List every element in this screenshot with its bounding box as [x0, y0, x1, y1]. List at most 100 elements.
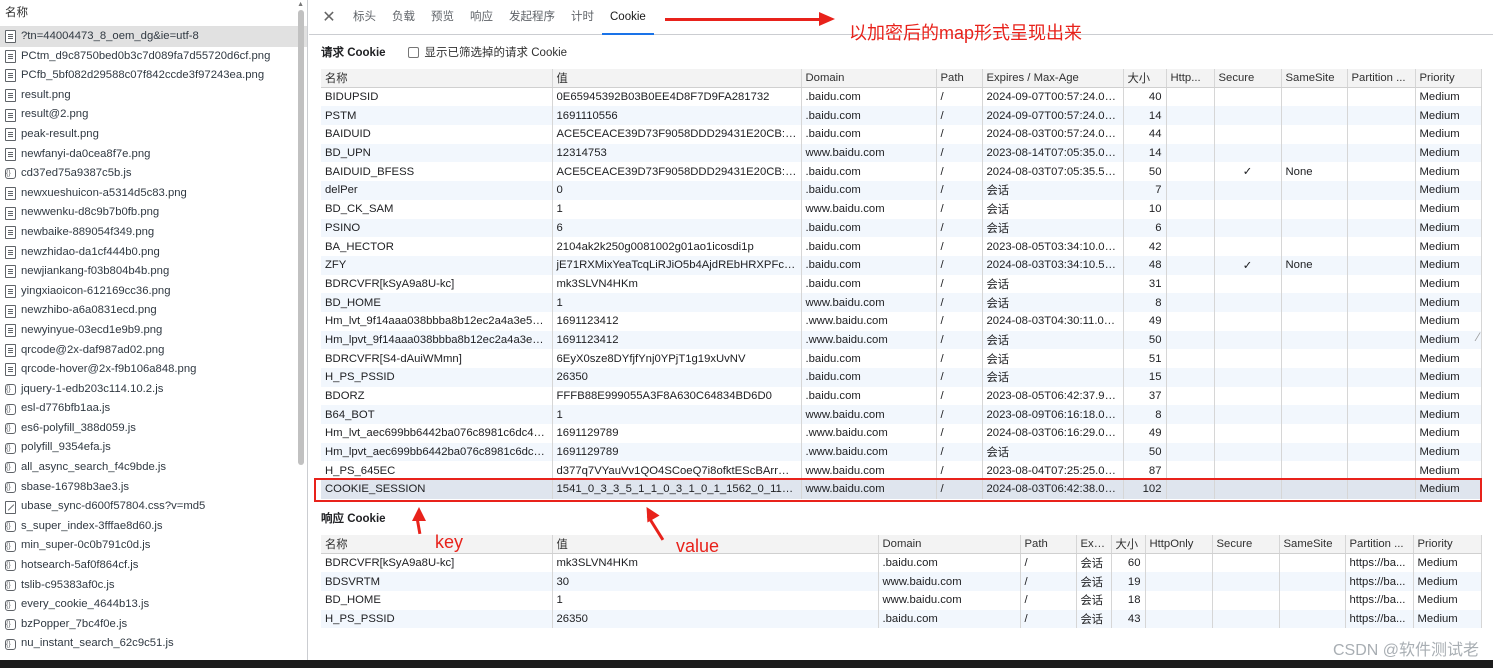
tab-item[interactable]: 负载: [384, 0, 423, 35]
request-list-item[interactable]: result@2.png: [0, 105, 307, 125]
request-list-item[interactable]: all_async_search_f4c9bde.js: [0, 458, 307, 478]
column-header[interactable]: Partition ...: [1345, 534, 1414, 554]
column-header[interactable]: Http...: [1166, 69, 1215, 89]
request-list-item[interactable]: newbaike-889054f349.png: [0, 223, 307, 243]
column-header[interactable]: Secure: [1214, 69, 1282, 89]
cookie-cell: 60: [1111, 553, 1146, 573]
close-icon[interactable]: ✕: [317, 7, 341, 27]
cookie-cell: 会话: [982, 330, 1124, 350]
cookie-row[interactable]: BDORZ FFFB88E999055A3F8A630C64834BD6D0 .ba…: [321, 386, 1482, 406]
cookie-row[interactable]: PSINO 6 .baidu.com / 会话 6 Medium: [321, 218, 1482, 238]
column-header[interactable]: HttpOnly: [1145, 534, 1213, 554]
cookie-row[interactable]: B64_BOT 1 www.baidu.com/2023-08-09T06:16:1…: [321, 405, 1482, 425]
request-list-item[interactable]: peak-result.png: [0, 125, 307, 145]
column-header[interactable]: 大小: [1123, 69, 1167, 89]
tab-item[interactable]: 计时: [563, 0, 602, 35]
cookie-row[interactable]: delPer 0 .baidu.com / 会话 7 Medium: [321, 181, 1482, 200]
column-header[interactable]: 名称: [321, 69, 553, 89]
column-header[interactable]: SameSite: [1279, 534, 1346, 554]
column-header[interactable]: Domain: [878, 534, 1021, 554]
request-list-item[interactable]: newjiankang-f03b804b4b.png: [0, 262, 307, 282]
request-name: esl-d776bfb1aa.js: [21, 402, 111, 415]
request-list-item[interactable]: sbase-16798b3ae3.js: [0, 478, 307, 497]
cookie-row[interactable]: PSTM 1691110556 .baidu.com/2024-09-07T00:5…: [321, 106, 1482, 126]
request-list-item[interactable]: cd37ed75a9387c5b.js: [0, 164, 307, 184]
column-header[interactable]: 大小: [1111, 534, 1146, 554]
column-header[interactable]: Partition ...: [1347, 69, 1416, 89]
request-list-item[interactable]: es6-polyfill_388d059.js: [0, 419, 307, 438]
cookie-cell: [1281, 274, 1348, 294]
request-list-item[interactable]: bzPopper_7bc4f0e.js: [0, 615, 307, 634]
request-list-item[interactable]: qrcode@2x-daf987ad02.png: [0, 341, 307, 361]
cookie-row[interactable]: BIDUPSID 0E65945392B03B0EE4D8F7D9FA281732…: [321, 87, 1482, 107]
tab-item[interactable]: 发起程序: [501, 0, 563, 35]
cookie-row[interactable]: BD_HOME 1 www.baidu.com / 会话 18 https://ba... M…: [321, 590, 1482, 610]
request-name: newyinyue-03ecd1e9b9.png: [21, 323, 163, 336]
column-header[interactable]: Priority: [1413, 534, 1482, 554]
request-list-item[interactable]: PCtm_d9c8750bed0b3c7d089fa7d55720d6cf.pn…: [0, 47, 307, 67]
request-list-item[interactable]: s_super_index-3fffae8d60.js: [0, 517, 307, 536]
tab-cookie[interactable]: Cookie: [602, 0, 654, 35]
cookie-row[interactable]: BA_HECTOR 2104ak2k250g0081002g01ao1icosdi…: [321, 237, 1482, 256]
request-list-header[interactable]: 名称: [0, 0, 307, 27]
cookie-cell: Medium: [1415, 218, 1482, 238]
request-list-item[interactable]: ?tn=44004473_8_oem_dg&ie=utf-8: [0, 27, 307, 47]
request-list-item[interactable]: every_cookie_4644b13.js: [0, 595, 307, 615]
request-list-item[interactable]: esl-d776bfb1aa.js: [0, 399, 307, 419]
column-header[interactable]: Exp...: [1076, 534, 1112, 554]
cookie-row[interactable]: Hm_lpvt_9f14aaa038bbba8b12ec2a4a3e51... 1…: [321, 330, 1482, 350]
cookie-row[interactable]: BDRCVFR[S4-dAuiWMmn] 6EyX0sze8DYfjfYnj0YP…: [321, 349, 1482, 368]
show-filtered-checkbox[interactable]: [407, 46, 419, 58]
cookie-row[interactable]: Hm_lpvt_aec699bb6442ba076c8981c6dc49... 1…: [321, 442, 1482, 462]
cookie-cell: [1281, 218, 1348, 238]
column-header[interactable]: Expires / Max-Age: [982, 69, 1124, 89]
scroll-up-icon[interactable]: ▲: [297, 1, 304, 8]
request-list-scrollbar[interactable]: [298, 10, 304, 465]
cookie-row[interactable]: BD_CK_SAM 1 www.baidu.com / 会话 10 Medium: [321, 199, 1482, 219]
request-list-item[interactable]: min_super-0c0b791c0d.js: [0, 536, 307, 556]
request-list-item[interactable]: hotsearch-5af0f864cf.js: [0, 556, 307, 576]
request-list-item[interactable]: newxueshuicon-a5314d5c83.png: [0, 184, 307, 204]
show-filtered-label[interactable]: 显示已筛选掉的请求 Cookie: [425, 44, 568, 60]
request-list-item[interactable]: newzhidao-da1cf444b0.png: [0, 243, 307, 263]
column-header[interactable]: Secure: [1212, 534, 1280, 554]
column-header[interactable]: Path: [936, 69, 983, 89]
cookie-row[interactable]: BAIDUID ACE5CEACE39D73F9058DDD29431E20CB:…: [321, 125, 1482, 144]
request-list-item[interactable]: newfanyi-da0cea8f7e.png: [0, 145, 307, 165]
request-list-item[interactable]: newwenku-d8c9b7b0fb.png: [0, 203, 307, 223]
column-header[interactable]: Path: [1020, 534, 1077, 554]
cookie-row[interactable]: ZFY jE71RXMixYeaTcqLiRJiO5b4AjdREbHRXPFcL…: [321, 255, 1482, 275]
request-list-item[interactable]: PCfb_5bf082d29588c07f842ccde3f97243ea.pn…: [0, 66, 307, 86]
request-list-item[interactable]: yingxiaoicon-612169cc36.png: [0, 282, 307, 302]
request-list-item[interactable]: newyinyue-03ecd1e9b9.png: [0, 321, 307, 341]
request-list-item[interactable]: qrcode-hover@2x-f9b106a848.png: [0, 360, 307, 380]
tab-item[interactable]: 响应: [462, 0, 501, 35]
column-header[interactable]: Priority: [1415, 69, 1482, 89]
request-list-item[interactable]: ubase_sync-d600f57804.css?v=md5: [0, 497, 307, 517]
tab-item[interactable]: 标头: [345, 0, 384, 35]
resize-handle-icon[interactable]: ⁄: [1477, 330, 1491, 344]
cookie-row[interactable]: H_PS_PSSID 26350 .baidu.com / 会话 15 Medium: [321, 368, 1482, 387]
request-list-item[interactable]: result.png: [0, 86, 307, 106]
request-list-item[interactable]: polyfill_9354efa.js: [0, 438, 307, 458]
image-icon: [5, 304, 16, 318]
cookie-row[interactable]: BDRCVFR[kSyA9a8U-kc] mk3SLVN4HKm .baidu.co…: [321, 553, 1482, 573]
column-header[interactable]: 值: [552, 69, 802, 89]
request-list-item[interactable]: jquery-1-edb203c114.10.2.js: [0, 380, 307, 399]
cookie-row[interactable]: BAIDUID_BFESS ACE5CEACE39D73F9058DDD29431…: [321, 162, 1482, 182]
cookie-row[interactable]: H_PS_PSSID 26350 .baidu.com / 会话 43 https://ba…: [321, 609, 1482, 629]
cookie-row[interactable]: BD_HOME 1 www.baidu.com / 会话 8 Medium: [321, 293, 1482, 312]
request-list-item[interactable]: nu_instant_search_62c9c51.js: [0, 634, 307, 654]
column-header[interactable]: Domain: [801, 69, 937, 89]
request-list-item[interactable]: newzhibo-a6a0831ecd.png: [0, 301, 307, 321]
column-header[interactable]: SameSite: [1281, 69, 1348, 89]
cookie-cell: ACE5CEACE39D73F9058DDD29431E20CB:FG=1: [552, 125, 802, 144]
cookie-row[interactable]: Hm_lvt_9f14aaa038bbba8b12ec2a4a3e51d... 1…: [321, 311, 1482, 331]
request-list-item[interactable]: tslib-c95383af0c.js: [0, 576, 307, 595]
cookie-row[interactable]: BDRCVFR[kSyA9a8U-kc] mk3SLVN4HKm .baidu.co…: [321, 274, 1482, 294]
tab-item[interactable]: 预览: [423, 0, 462, 35]
cookie-cell: 1: [552, 199, 802, 219]
cookie-row[interactable]: Hm_lvt_aec699bb6442ba076c8981c6dc490... 1…: [321, 424, 1482, 443]
cookie-row[interactable]: BDSVRTM 30 www.baidu.com / 会话 19 https://ba...…: [321, 572, 1482, 591]
cookie-row[interactable]: BD_UPN 12314753 www.baidu.com/2023-08-14T0…: [321, 143, 1482, 163]
